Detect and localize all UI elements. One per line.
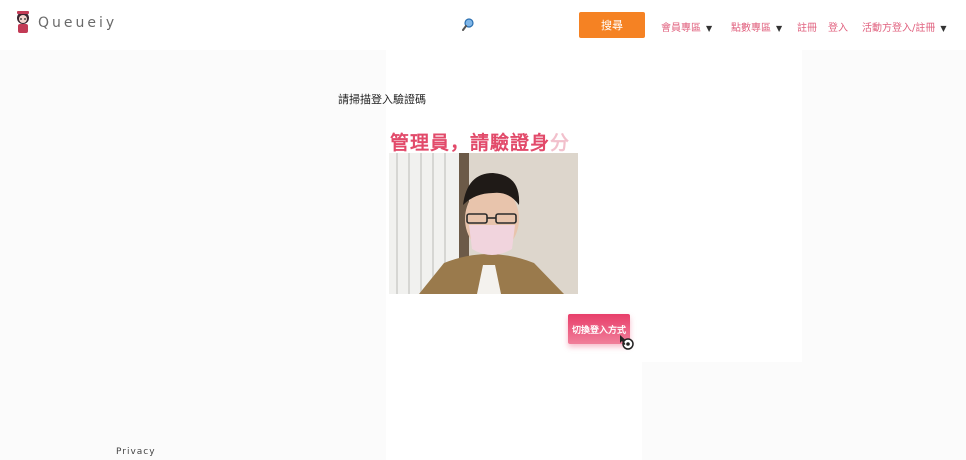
admin-verify-heading-text: 管理員，請驗證身 [390, 132, 551, 154]
top-navbar: Queueiy 搜尋 會員專區 ▼ 點數專區 ▼ 註冊 登入 活動方登入/註冊 ▼ [0, 0, 966, 50]
brand-name: Queueiy [38, 15, 118, 31]
chevron-down-icon: ▼ [706, 24, 713, 33]
nav-points-area-label: 點數專區 [731, 23, 771, 34]
admin-verify-heading: 管理員，請驗證身分 [390, 128, 570, 155]
search-button[interactable]: 搜尋 [579, 12, 645, 38]
mascot-logo-icon [17, 11, 29, 33]
privacy-link[interactable]: Privacy [116, 447, 156, 457]
nav-login-label: 登入 [828, 23, 848, 34]
magnifier-icon[interactable] [462, 18, 474, 32]
nav-points-area[interactable]: 點數專區 ▼ [731, 19, 782, 34]
nav-member-area[interactable]: 會員專區 ▼ [661, 19, 712, 34]
admin-verify-heading-tail: 分 [550, 132, 571, 154]
content-panel-lower [386, 362, 642, 460]
chevron-down-icon: ▼ [776, 24, 783, 33]
chevron-down-icon: ▼ [940, 24, 947, 33]
cursor-icon [620, 335, 634, 350]
nav-register[interactable]: 註冊 [797, 19, 817, 34]
scan-prompt-text: 請掃描登入驗證碼 [338, 93, 426, 106]
brand-logo[interactable]: Queueiy [14, 10, 117, 36]
nav-organizer-login-label: 活動方登入/註冊 [862, 23, 936, 34]
nav-login[interactable]: 登入 [828, 19, 848, 34]
nav-organizer-login[interactable]: 活動方登入/註冊 ▼ [862, 19, 947, 34]
webcam-preview [389, 153, 578, 294]
nav-member-area-label: 會員專區 [661, 23, 701, 34]
nav-register-label: 註冊 [797, 23, 817, 34]
webcam-frame-image [389, 153, 578, 294]
